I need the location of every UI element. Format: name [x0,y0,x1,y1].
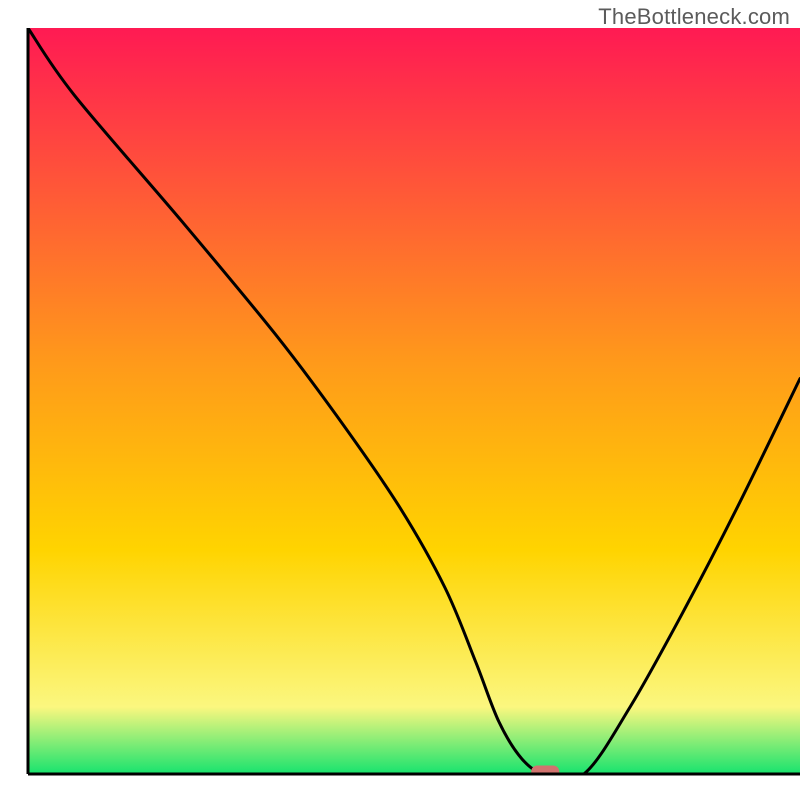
watermark-text: TheBottleneck.com [598,4,790,30]
bottleneck-chart [0,0,800,800]
chart-background [28,28,800,774]
chart-container: { "watermark": "TheBottleneck.com", "cha… [0,0,800,800]
optimal-point-marker [531,766,559,779]
